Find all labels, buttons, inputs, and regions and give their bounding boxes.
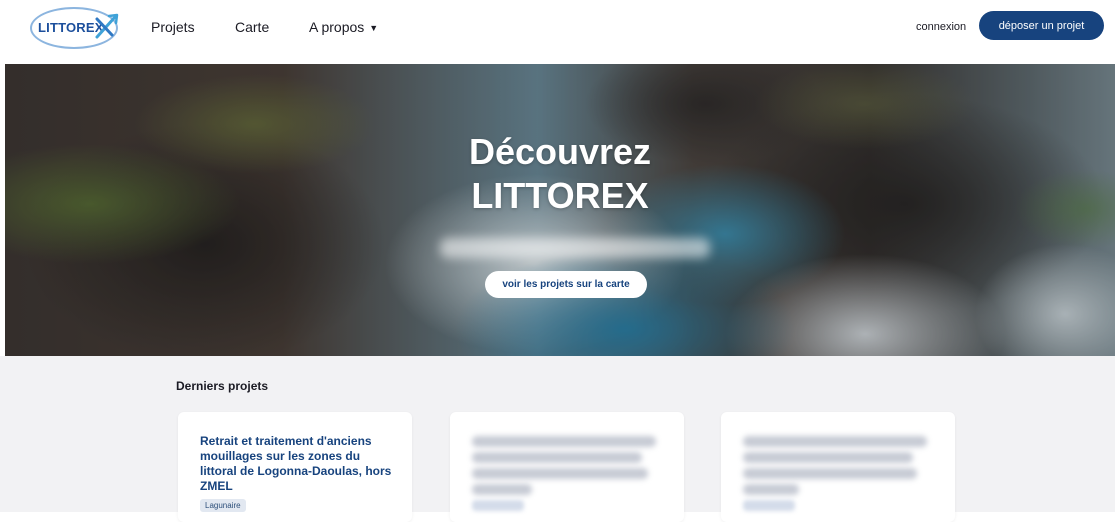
blurred-tag [472, 500, 524, 511]
blurred-title-line [743, 484, 799, 495]
submit-project-button[interactable]: déposer un projet [979, 11, 1104, 40]
project-card-title[interactable]: Retrait et traitement d'anciens mouillag… [200, 434, 400, 494]
hero-banner: Découvrez LITTOREX voir les projets sur … [5, 64, 1115, 356]
logo-arrow-icon [95, 13, 119, 39]
project-card-blurred[interactable] [721, 412, 955, 522]
blurred-title-line [743, 436, 927, 447]
project-card-blurred[interactable] [450, 412, 684, 522]
nav-a-propos-dropdown[interactable]: A propos ▼ [309, 19, 378, 35]
nav-a-propos-label: A propos [309, 19, 365, 35]
caret-down-icon: ▼ [369, 23, 379, 33]
project-tag: Lagunaire [200, 499, 246, 512]
latest-projects-section: Derniers projets Retrait et traitement d… [0, 356, 1115, 522]
nav-carte[interactable]: Carte [235, 19, 269, 35]
blurred-title-line [743, 452, 913, 463]
blurred-title-line [472, 484, 532, 495]
blurred-title-line [743, 468, 917, 479]
hero-title-line-1: Découvrez [468, 131, 652, 172]
login-link[interactable]: connexion [916, 21, 966, 33]
blurred-title-line [472, 468, 648, 479]
blurred-title-line [472, 436, 656, 447]
hero-title: Découvrez LITTOREX [5, 130, 1115, 218]
view-map-button[interactable]: voir les projets sur la carte [485, 271, 647, 298]
section-title: Derniers projets [176, 379, 269, 393]
top-navbar: LITTOREX Projets Carte A propos ▼ connexi… [0, 0, 1115, 58]
project-card[interactable]: Retrait et traitement d'anciens mouillag… [178, 412, 412, 522]
hero-title-line-2: LITTOREX [471, 175, 649, 216]
blurred-tag [743, 500, 795, 511]
nav-projets[interactable]: Projets [151, 19, 195, 35]
hero-subtitle-blurred [440, 238, 710, 258]
littorex-logo[interactable]: LITTOREX [30, 7, 120, 49]
blurred-title-line [472, 452, 642, 463]
